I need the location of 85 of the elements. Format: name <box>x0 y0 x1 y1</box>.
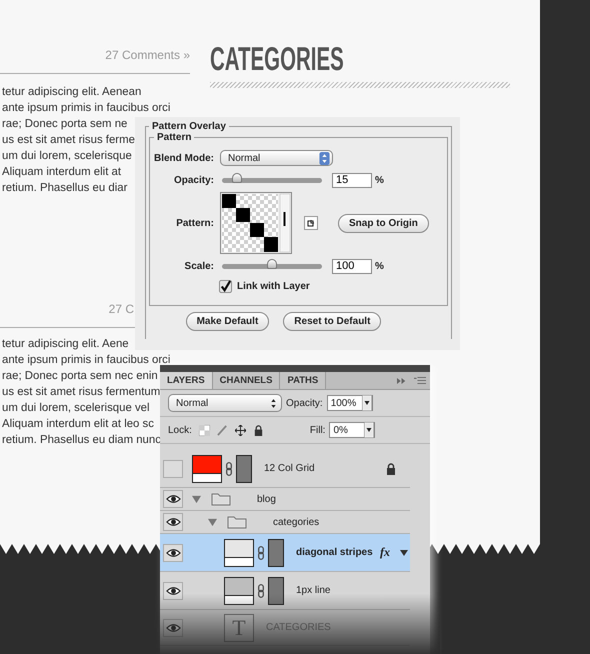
visibility-toggle[interactable] <box>163 544 183 562</box>
opacity-field[interactable]: 15 <box>332 172 372 188</box>
post-text-line: Aliquam interdum elit at <box>2 165 122 180</box>
field-label: Blend Mode: <box>154 152 214 164</box>
post-text-line: us est sit amet risus ferme <box>2 133 135 148</box>
post-text-line: retium. Phasellus eu diar <box>2 181 128 196</box>
unit-label: % <box>375 260 384 272</box>
layer-row[interactable]: 1px line <box>160 572 410 610</box>
post-text-line: um dui lorem, scelerisque <box>2 149 132 164</box>
stepper-icon <box>319 152 330 164</box>
layer-mask-thumbnail <box>236 454 252 482</box>
field-label: Pattern: <box>175 218 214 228</box>
dropdown-icon <box>362 395 372 411</box>
folder-icon <box>211 492 231 506</box>
scale-field[interactable]: 100 <box>332 258 372 274</box>
checkbox[interactable] <box>219 280 232 292</box>
layer-mask-thumbnail <box>268 538 284 566</box>
field-label: Scale: <box>184 260 214 272</box>
snap-to-origin-button[interactable]: Snap to Origin <box>338 214 429 232</box>
layer-name: blog <box>257 494 277 504</box>
post-text-line: um dui lorem, scelerisque vel <box>2 401 150 416</box>
eye-icon <box>166 548 180 558</box>
layer-row[interactable]: diagonal stripes fx <box>160 534 410 572</box>
unit-label: % <box>375 174 384 186</box>
group-title: Pattern Overlay <box>151 121 227 132</box>
collapse-icon[interactable] <box>397 378 406 384</box>
visibility-toggle[interactable] <box>163 460 183 478</box>
effects-badge[interactable]: fx <box>380 545 390 560</box>
post-text-line: rae; Donec porta sem nec enin <box>2 369 158 384</box>
visibility-toggle[interactable] <box>163 618 183 636</box>
default-button[interactable]: Make Default <box>186 312 270 331</box>
eye-icon <box>166 494 180 504</box>
panel-tab[interactable]: PATHS <box>280 372 326 389</box>
layer-row[interactable]: blog <box>160 488 410 511</box>
visibility-toggle[interactable] <box>163 582 183 600</box>
post-text-line: retium. Phasellus eu diam nunc <box>2 433 161 448</box>
visibility-toggle[interactable] <box>163 513 183 531</box>
post-text-line: ante ipsum primis in faucibus orci <box>2 101 170 116</box>
post-text-line: rae; Donec porta sem ne <box>2 117 128 132</box>
layer-name: 1px line <box>296 585 332 596</box>
lock-transparency-icon[interactable] <box>198 424 210 436</box>
layer-name: diagonal stripes <box>296 547 374 558</box>
link-icon <box>226 462 232 476</box>
field-label: Lock: <box>168 424 192 436</box>
blend-mode-select[interactable]: Normal <box>220 150 333 166</box>
slider-thumb[interactable] <box>232 172 242 182</box>
post-text-line: ante ipsum primis in faucibus orci <box>2 353 170 368</box>
text-layer-thumbnail: T <box>224 614 254 642</box>
field-label: Opacity: <box>172 174 214 186</box>
post-text-line: tetur adipiscing elit. Aene <box>2 337 129 352</box>
dropdown-icon <box>364 422 374 438</box>
post-text-line: Aliquam interdum elit at leo sc <box>2 417 154 432</box>
opacity-field[interactable]: 100% <box>326 395 373 411</box>
caret-icon[interactable] <box>400 550 408 556</box>
link-icon <box>258 546 264 560</box>
post-text-line: us est sit amet risus fermentum <box>2 385 160 400</box>
new-preset-icon[interactable] <box>304 216 318 230</box>
group-title: Pattern <box>156 132 192 143</box>
layer-name: 12 Col Grid <box>264 463 316 474</box>
panel-tab[interactable]: LAYERS <box>160 372 213 389</box>
pattern-preview[interactable] <box>220 192 292 254</box>
link-icon <box>258 584 264 598</box>
menu-icon[interactable] <box>414 377 426 384</box>
lock-icon[interactable] <box>252 424 264 436</box>
eye-icon <box>166 517 180 527</box>
move-icon[interactable] <box>234 424 246 436</box>
layer-mask-thumbnail <box>268 576 284 604</box>
slider-thumb[interactable] <box>267 258 277 268</box>
post-text-line: tetur adipiscing elit. Aenean <box>2 85 142 100</box>
disclosure-triangle-icon[interactable] <box>192 494 201 504</box>
checkbox-label: Link with Layer <box>237 280 310 292</box>
field-label: Fill: <box>310 424 326 436</box>
fill-field[interactable]: 0% <box>329 422 376 438</box>
eye-icon <box>166 586 180 596</box>
folder-icon <box>227 515 247 529</box>
blend-mode-select[interactable]: Normal <box>168 394 282 412</box>
layer-row[interactable]: 12 Col Grid <box>160 450 410 488</box>
panel-tab[interactable]: CHANNELS <box>212 372 280 389</box>
sidebar-heading: CATEGORIES <box>210 40 345 78</box>
layer-name: categories <box>273 516 320 528</box>
visibility-toggle[interactable] <box>163 490 183 508</box>
field-label: Opacity: <box>286 398 323 408</box>
disclosure-triangle-icon[interactable] <box>208 518 217 526</box>
default-button[interactable]: Reset to Default <box>283 312 382 331</box>
eye-icon <box>166 622 180 632</box>
